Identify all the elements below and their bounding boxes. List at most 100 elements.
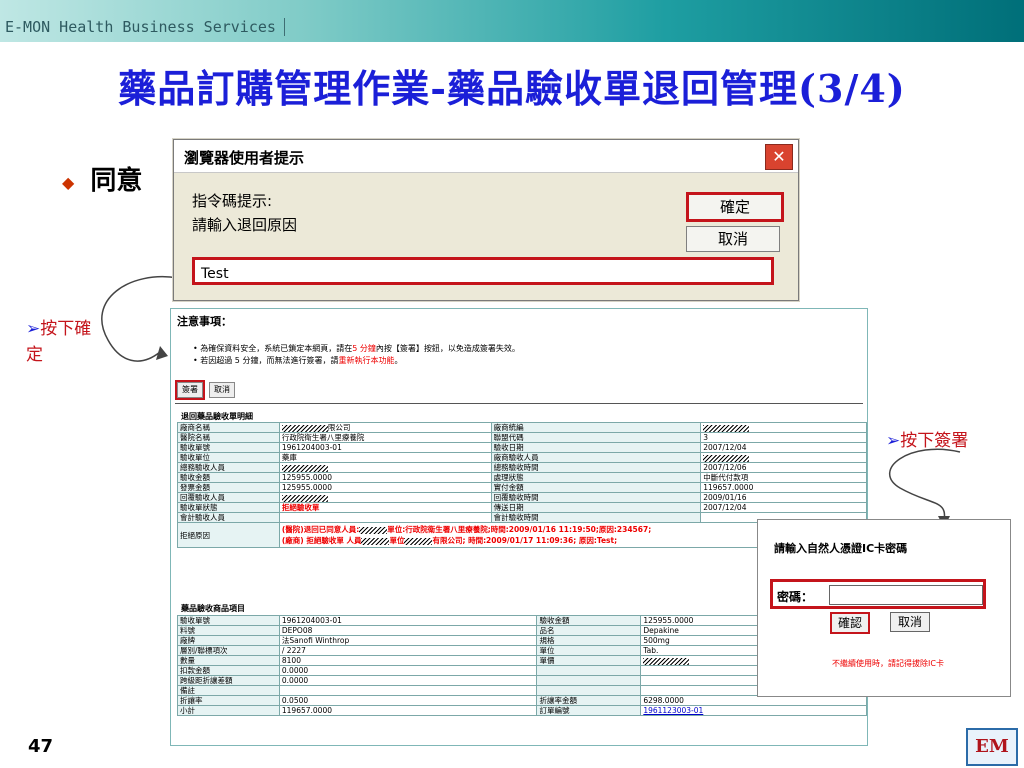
reason-input[interactable]: Test (192, 257, 774, 285)
field-label: 扣款金額 (177, 665, 280, 676)
page-number: 47 (28, 736, 54, 757)
table-row: 回覆驗收人員 回覆驗收時間 2009/01/16 (177, 492, 867, 503)
dialog-title: 瀏覽器使用者提示 (184, 149, 305, 167)
table-row: 廠商名稱 限公司 廠商統編 (177, 422, 867, 433)
ic-card-popup: 請輸入自然人憑證IC卡密碼 密碼： 確認 取消 不繼續使用時，請記得拔除IC卡 (757, 519, 1011, 697)
table-row: 驗收單狀態 拒絕驗收單 傳送日期 2007/12/04 (177, 502, 867, 513)
field-label (536, 685, 642, 696)
field-label: 發票金額 (177, 482, 280, 493)
field-label (536, 665, 642, 676)
arrow-glyph-icon: ➢ (886, 431, 901, 451)
field-label: 驗收單號 (177, 442, 280, 453)
cancel-button[interactable]: 取消 (686, 226, 780, 252)
press-sign-note: ➢按下簽署 (886, 431, 969, 451)
field-label: 會計驗收時間 (490, 512, 702, 523)
field-value[interactable]: 1961123003-01 (640, 705, 867, 716)
field-value: DEPO08 (278, 625, 538, 636)
field-value: 2007/12/06 (700, 462, 867, 473)
field-label: 跨級距折讓差額 (177, 675, 280, 686)
field-value: 0.0000 (278, 675, 538, 686)
field-label: 廠商名稱 (177, 422, 280, 433)
field-label: 單位 (536, 645, 642, 656)
field-label: 總務驗收時間 (490, 462, 702, 473)
press-ok-note: ➢按下確定 (26, 319, 92, 365)
field-value: 125955.0000 (278, 472, 492, 483)
field-label: 驗收單號 (177, 615, 280, 626)
ic-warning: 不繼續使用時，請記得拔除IC卡 (832, 659, 944, 668)
dialog-titlebar: 瀏覽器使用者提示 ✕ (174, 140, 798, 173)
close-icon[interactable]: ✕ (765, 144, 793, 170)
field-value (700, 422, 867, 433)
password-row: 密碼： (770, 579, 986, 609)
field-label: 規格 (536, 635, 642, 646)
table-row: 醫院名稱 行政院衛生署八里療養院 聯盟代碼 3 (177, 432, 867, 443)
arrow-to-popup (888, 448, 961, 521)
field-value (700, 452, 867, 463)
notice-heading: 注意事項： (177, 315, 232, 328)
arrow-to-sign (101, 276, 179, 362)
table-row: 小計 119657.0000 訂單編號 1961123003-01 (177, 705, 867, 716)
field-label: 驗收金額 (177, 472, 280, 483)
field-label: 驗收單狀態 (177, 502, 280, 513)
field-label: 驗收金額 (536, 615, 642, 626)
popup-title: 請輸入自然人憑證IC卡密碼 (774, 542, 908, 555)
table-row: 總務驗收人員 總務驗收時間 2007/12/06 (177, 462, 867, 473)
field-label: 廠牌 (177, 635, 280, 646)
field-value: 法Sanofi Winthrop (278, 635, 538, 646)
items-section-title: 藥品驗收商品項目 (181, 604, 245, 613)
field-label: 驗收日期 (490, 442, 702, 453)
field-label: 醫院名稱 (177, 432, 280, 443)
field-value: 125955.0000 (278, 482, 492, 493)
redacted-mark (281, 494, 328, 502)
redacted-mark (281, 464, 328, 472)
em-logo: EM (966, 728, 1018, 766)
field-label: 料號 (177, 625, 280, 636)
password-input[interactable] (829, 585, 983, 605)
field-value: 行政院衛生署八里療養院 (278, 432, 492, 443)
field-value: 2007/12/04 (700, 502, 867, 513)
field-value: 限公司 (278, 422, 492, 433)
field-label: 訂單編號 (536, 705, 642, 716)
field-value: 1961204003-01 (278, 615, 538, 626)
field-value: 3 (700, 432, 867, 443)
table-row: 驗收金額 125955.0000 處理狀態 中斷代付款項 (177, 472, 867, 483)
notice-line-2: • 若因超過 5 分鐘，而無法進行簽署，請重新執行本功能。 (193, 356, 403, 365)
field-value: 1961204003-01 (278, 442, 492, 453)
table-row: 驗收單號 1961204003-01 驗收日期 2007/12/04 (177, 442, 867, 453)
field-label: 處理狀態 (490, 472, 702, 483)
table-row: 發票金額 125955.0000 實付金額 119657.0000 (177, 482, 867, 493)
field-label: 會計驗收人員 (177, 512, 280, 523)
table-row: 驗收單位 藥庫 廠商驗收人員 (177, 452, 867, 463)
redacted-mark (643, 657, 690, 665)
field-value: 0.0500 (278, 695, 538, 706)
field-value: 中斷代付款項 (700, 472, 867, 483)
popup-cancel-button[interactable]: 取消 (890, 612, 930, 632)
notice-line-1: • 為確保資料安全，系統已鎖定本網頁，請在5 分鐘內按【簽署】按鈕，以免造成簽署… (193, 344, 520, 353)
field-value: 8100 (278, 655, 538, 666)
field-value (278, 462, 492, 473)
field-value: 0.0000 (278, 665, 538, 676)
field-label: 數量 (177, 655, 280, 666)
field-value: 119657.0000 (278, 705, 538, 716)
confirm-button[interactable]: 確認 (830, 612, 870, 634)
redacted-mark (281, 424, 328, 432)
page-cancel-button[interactable]: 取消 (209, 382, 235, 398)
field-value: 2007/12/04 (700, 442, 867, 453)
field-label: 實付金額 (490, 482, 702, 493)
field-label: 回覆驗收人員 (177, 492, 280, 503)
redacted-mark (703, 454, 750, 462)
ok-button[interactable]: 確定 (686, 192, 784, 222)
field-label: 備註 (177, 685, 280, 696)
sign-button[interactable]: 簽署 (175, 380, 205, 400)
field-value: 拒絕驗收單 (278, 502, 492, 513)
field-value (278, 685, 538, 696)
field-label: 折讓率 (177, 695, 280, 706)
field-label: 折讓率金額 (536, 695, 642, 706)
field-value: 119657.0000 (700, 482, 867, 493)
field-label: 驗收單位 (177, 452, 280, 463)
field-label: 傳送日期 (490, 502, 702, 513)
field-label: 單價 (536, 655, 642, 666)
field-label (536, 675, 642, 686)
field-label: 回覆驗收時間 (490, 492, 702, 503)
receipt-section-title: 退回藥品驗收單明細 (181, 412, 253, 421)
